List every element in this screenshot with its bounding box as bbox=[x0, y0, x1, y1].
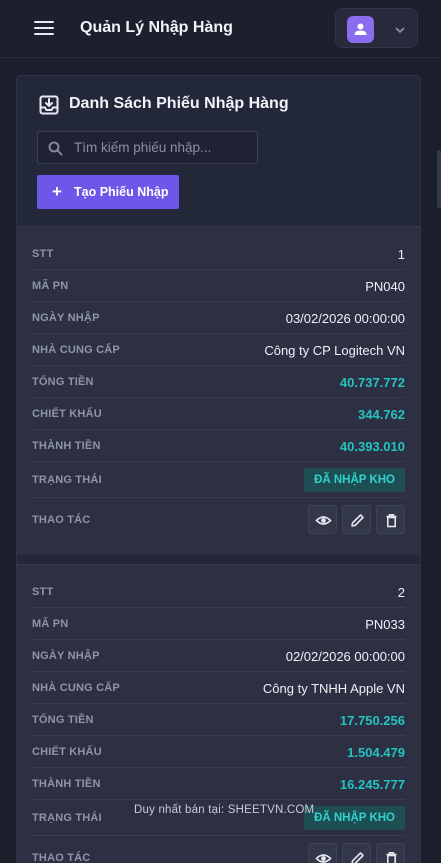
field-trang-thai: TRẠNG THÁI ĐÃ NHẬP KHO bbox=[32, 462, 405, 498]
field-label: THAO TÁC bbox=[32, 852, 91, 863]
trash-icon bbox=[386, 514, 397, 528]
scrollbar-thumb[interactable] bbox=[437, 150, 441, 208]
field-label: CHIẾT KHẤU bbox=[32, 408, 102, 420]
pencil-icon bbox=[351, 514, 364, 527]
import-list-panel: Danh Sách Phiếu Nhập Hàng + Tạo Phiếu Nh… bbox=[16, 75, 421, 863]
field-value: Công ty CP Logitech VN bbox=[264, 343, 405, 358]
field-value: 40.393.010 bbox=[339, 439, 405, 454]
field-nha-cung-cap: NHÀ CUNG CẤP Công ty CP Logitech VN bbox=[32, 334, 405, 366]
import-record-card: STT 2 MÃ PN PN033 NGÀY NHẬP 02/02/2026 0… bbox=[17, 564, 420, 863]
field-thao-tac: THAO TÁC bbox=[32, 836, 405, 863]
field-label: NHÀ CUNG CẤP bbox=[32, 682, 120, 694]
field-value: PN040 bbox=[365, 279, 405, 294]
scrollbar[interactable] bbox=[435, 58, 441, 863]
create-import-label: Tạo Phiếu Nhập bbox=[74, 185, 169, 199]
field-label: NGÀY NHẬP bbox=[32, 312, 100, 324]
field-value: Công ty TNHH Apple VN bbox=[262, 681, 405, 696]
pencil-icon bbox=[351, 852, 364, 863]
view-button[interactable] bbox=[308, 505, 337, 534]
import-box-icon bbox=[39, 95, 59, 120]
app-title: Quản Lý Nhập Hàng bbox=[80, 19, 233, 36]
field-chiet-khau: CHIẾT KHẤU 344.762 bbox=[32, 398, 405, 430]
field-value: 2 bbox=[397, 585, 405, 600]
field-label: NHÀ CUNG CẤP bbox=[32, 344, 120, 356]
field-value: 344.762 bbox=[358, 407, 405, 422]
field-value: PN033 bbox=[365, 617, 405, 632]
field-ngay-nhap: NGÀY NHẬP 02/02/2026 00:00:00 bbox=[32, 640, 405, 672]
field-tong-tien: TỔNG TIỀN 17.750.256 bbox=[32, 704, 405, 736]
field-ngay-nhap: NGÀY NHẬP 03/02/2026 00:00:00 bbox=[32, 302, 405, 334]
top-bar: Quản Lý Nhập Hàng bbox=[0, 0, 441, 58]
field-value: 40.737.772 bbox=[339, 375, 405, 390]
user-icon bbox=[347, 16, 374, 43]
field-label: MÃ PN bbox=[32, 618, 69, 630]
field-stt: STT 2 bbox=[32, 576, 405, 608]
field-label: MÃ PN bbox=[32, 280, 69, 292]
status-badge: ĐÃ NHẬP KHO bbox=[304, 806, 405, 830]
field-tong-tien: TỔNG TIỀN 40.737.772 bbox=[32, 366, 405, 398]
view-button[interactable] bbox=[308, 843, 337, 863]
field-label: STT bbox=[32, 248, 54, 260]
field-ma-pn: MÃ PN PN033 bbox=[32, 608, 405, 640]
watermark: Duy nhất bán tại: SHEETVN.COM bbox=[134, 804, 315, 816]
import-record-card: STT 1 MÃ PN PN040 NGÀY NHẬP 03/02/2026 0… bbox=[17, 226, 420, 555]
search-input[interactable] bbox=[74, 132, 254, 163]
eye-icon bbox=[315, 516, 332, 525]
field-label: THÀNH TIỀN bbox=[32, 778, 101, 790]
trash-icon bbox=[386, 852, 397, 863]
field-value: 02/02/2026 00:00:00 bbox=[285, 649, 405, 664]
field-thanh-tien: THÀNH TIỀN 16.245.777 bbox=[32, 768, 405, 800]
status-badge: ĐÃ NHẬP KHO bbox=[304, 468, 405, 492]
field-label: THAO TÁC bbox=[32, 514, 91, 526]
field-value: 17.750.256 bbox=[339, 713, 405, 728]
chevron-down-icon bbox=[394, 23, 406, 41]
field-label: TỔNG TIỀN bbox=[32, 714, 94, 726]
menu-icon[interactable] bbox=[34, 21, 54, 37]
panel-title: Danh Sách Phiếu Nhập Hàng bbox=[69, 95, 289, 112]
field-value: 03/02/2026 00:00:00 bbox=[285, 311, 405, 326]
edit-button[interactable] bbox=[342, 505, 371, 534]
user-menu-button[interactable] bbox=[335, 8, 418, 48]
eye-icon bbox=[315, 854, 332, 863]
field-label: TRẠNG THÁI bbox=[32, 474, 102, 486]
field-ma-pn: MÃ PN PN040 bbox=[32, 270, 405, 302]
search-icon bbox=[48, 141, 63, 161]
field-label: TỔNG TIỀN bbox=[32, 376, 94, 388]
edit-button[interactable] bbox=[342, 843, 371, 863]
field-label: STT bbox=[32, 586, 54, 598]
plus-icon: + bbox=[52, 182, 62, 201]
delete-button[interactable] bbox=[376, 843, 405, 863]
field-value: 1 bbox=[397, 247, 405, 262]
field-label: THÀNH TIỀN bbox=[32, 440, 101, 452]
delete-button[interactable] bbox=[376, 505, 405, 534]
field-thanh-tien: THÀNH TIỀN 40.393.010 bbox=[32, 430, 405, 462]
field-thao-tac: THAO TÁC bbox=[32, 498, 405, 542]
search-box[interactable] bbox=[37, 131, 258, 164]
field-label: TRẠNG THÁI bbox=[32, 812, 102, 824]
field-chiet-khau: CHIẾT KHẤU 1.504.479 bbox=[32, 736, 405, 768]
field-label: NGÀY NHẬP bbox=[32, 650, 100, 662]
field-nha-cung-cap: NHÀ CUNG CẤP Công ty TNHH Apple VN bbox=[32, 672, 405, 704]
field-label: CHIẾT KHẤU bbox=[32, 746, 102, 758]
panel-header: Danh Sách Phiếu Nhập Hàng + Tạo Phiếu Nh… bbox=[17, 76, 420, 226]
field-value: 16.245.777 bbox=[339, 777, 405, 792]
field-value: 1.504.479 bbox=[347, 745, 405, 760]
create-import-button[interactable]: + Tạo Phiếu Nhập bbox=[37, 175, 179, 209]
field-stt: STT 1 bbox=[32, 238, 405, 270]
